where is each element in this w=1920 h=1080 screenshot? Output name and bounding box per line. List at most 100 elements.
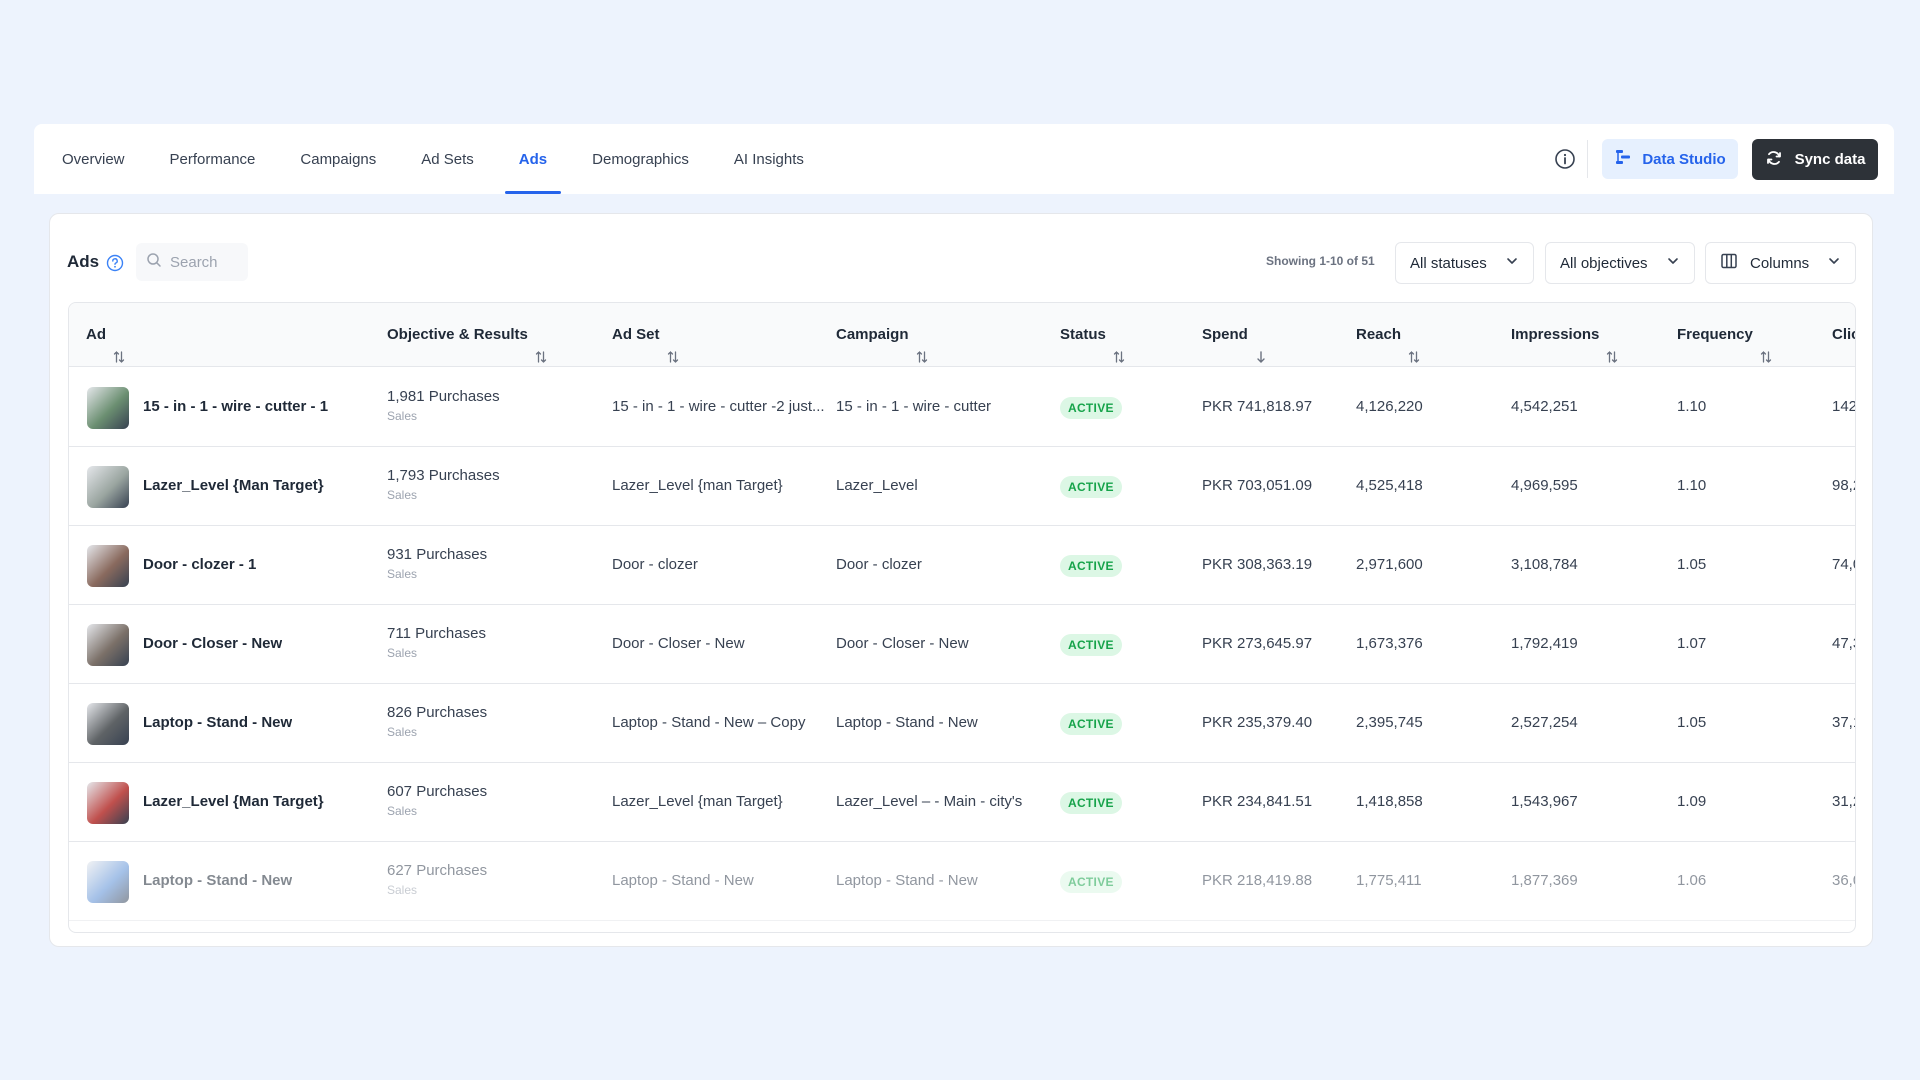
table-row[interactable]: 15 - in - 1 - wire - cutter - 1 1,981 Pur… bbox=[69, 368, 1856, 447]
pagination-summary: Showing 1-10 of 51 bbox=[1266, 254, 1375, 268]
reach-value: 1,418,858 bbox=[1356, 793, 1423, 810]
campaign-name: Door - clozer bbox=[836, 556, 922, 573]
column-header-label: Campaign bbox=[836, 326, 909, 343]
campaign-name: Door - Closer - New bbox=[836, 635, 969, 652]
spend-value: PKR 703,051.09 bbox=[1202, 477, 1313, 494]
sort-icon bbox=[534, 328, 548, 363]
info-icon[interactable] bbox=[1554, 148, 1576, 170]
search-input[interactable] bbox=[170, 253, 240, 271]
tab-campaigns[interactable]: Campaigns bbox=[300, 124, 376, 194]
clicks-value: 142 bbox=[1832, 398, 1856, 415]
frequency-value: 1.05 bbox=[1677, 714, 1707, 731]
tab-overview[interactable]: Overview bbox=[62, 124, 125, 194]
ad-thumbnail bbox=[87, 387, 129, 429]
tab-ads[interactable]: Ads bbox=[504, 124, 562, 194]
objective-filter-dropdown[interactable]: All objectives bbox=[1545, 242, 1695, 284]
table-header: Ad Objective & Results Ad Set Campaign S… bbox=[69, 303, 1855, 367]
clicks-value: 74,0 bbox=[1832, 556, 1855, 573]
sort-icon bbox=[1759, 328, 1773, 363]
objective-label: Sales bbox=[387, 567, 418, 581]
table-row[interactable]: Lazer_Level {Man Target} 607 Purchases Sal… bbox=[69, 763, 1855, 842]
tab-performance[interactable]: Performance bbox=[170, 124, 256, 194]
status-filter-value: All statuses bbox=[1410, 254, 1487, 272]
sort-descending-icon bbox=[1254, 328, 1268, 363]
chevron-down-icon bbox=[1827, 254, 1841, 272]
column-header-ad[interactable]: Ad bbox=[86, 303, 126, 367]
column-header-spend[interactable]: Spend bbox=[1202, 303, 1268, 367]
clicks-value: 98,2 bbox=[1832, 477, 1855, 494]
table-row[interactable]: Door - clozer - 1 931 Purchases Sales Door … bbox=[69, 526, 1855, 605]
column-header-reach[interactable]: Reach bbox=[1356, 303, 1421, 367]
column-header-frequency[interactable]: Frequency bbox=[1677, 303, 1773, 367]
sort-icon bbox=[1112, 328, 1126, 363]
table-row[interactable]: Door - Closer - New 711 Purchases Sales Doo… bbox=[69, 605, 1855, 684]
spend-value: PKR 234,841.51 bbox=[1202, 793, 1313, 810]
reach-value: 2,395,745 bbox=[1356, 714, 1423, 731]
sort-icon bbox=[666, 328, 680, 363]
top-nav-bar: Overview Performance Campaigns Ad Sets A… bbox=[34, 124, 1894, 194]
status-badge: ACTIVE bbox=[1060, 634, 1122, 656]
column-header-label: Impressions bbox=[1511, 326, 1600, 343]
search-icon bbox=[146, 252, 162, 273]
spend-value: PKR 235,379.40 bbox=[1202, 714, 1313, 731]
ad-name[interactable]: 15 - in - 1 - wire - cutter - 1 bbox=[143, 398, 328, 415]
spend-value: PKR 218,419.88 bbox=[1202, 872, 1313, 889]
column-header-status[interactable]: Status bbox=[1060, 303, 1126, 367]
sync-data-button[interactable]: Sync data bbox=[1752, 139, 1878, 180]
objective-results: 711 Purchases Sales bbox=[387, 625, 486, 660]
impressions-value: 3,108,784 bbox=[1511, 556, 1578, 573]
result-count: 826 Purchases bbox=[387, 704, 488, 721]
objective-results: 627 Purchases Sales bbox=[387, 862, 487, 897]
adset-name: 15 - in - 1 - wire - cutter -2 just... bbox=[612, 398, 825, 415]
adset-name: Door - clozer bbox=[612, 556, 698, 573]
data-studio-label: Data Studio bbox=[1642, 150, 1726, 168]
ad-name[interactable]: Lazer_Level {Man Target} bbox=[143, 477, 324, 494]
data-studio-button[interactable]: Data Studio bbox=[1602, 139, 1738, 179]
ad-name[interactable]: Lazer_Level {Man Target} bbox=[143, 793, 324, 810]
sort-icon bbox=[915, 328, 929, 363]
table-row[interactable]: Laptop - Stand - New 627 Purchases Sales La… bbox=[69, 842, 1855, 921]
clicks-value: 37,1 bbox=[1832, 714, 1855, 731]
columns-dropdown[interactable]: Columns bbox=[1705, 242, 1856, 284]
column-header-objective[interactable]: Objective & Results bbox=[387, 303, 548, 367]
tab-demographics[interactable]: Demographics bbox=[592, 124, 689, 194]
impressions-value: 1,877,369 bbox=[1511, 872, 1578, 889]
campaign-name: 15 - in - 1 - wire - cutter bbox=[836, 398, 992, 415]
reach-value: 1,673,376 bbox=[1356, 635, 1423, 652]
table-row[interactable]: Laptop - Stand - New 826 Purchases Sales La… bbox=[69, 684, 1855, 763]
columns-label: Columns bbox=[1750, 254, 1810, 272]
column-header-impressions[interactable]: Impressions bbox=[1511, 303, 1619, 367]
divider bbox=[1587, 140, 1588, 178]
clicks-value: 36,0 bbox=[1832, 872, 1855, 889]
ads-card: Ads Showing 1-10 of 51 All statuses All … bbox=[49, 213, 1873, 947]
column-header-label: Ad bbox=[86, 326, 106, 343]
column-header-label: Reach bbox=[1356, 326, 1402, 343]
ad-thumbnail bbox=[87, 545, 129, 587]
objective-results: 826 Purchases Sales bbox=[387, 704, 487, 739]
column-header-adset[interactable]: Ad Set bbox=[612, 303, 680, 367]
status-badge: ACTIVE bbox=[1060, 871, 1122, 893]
objective-label: Sales bbox=[387, 488, 418, 502]
tab-ad-sets[interactable]: Ad Sets bbox=[421, 124, 474, 194]
sort-icon bbox=[1605, 328, 1619, 363]
status-filter-dropdown[interactable]: All statuses bbox=[1395, 242, 1534, 284]
ad-name[interactable]: Door - Closer - New bbox=[143, 635, 282, 652]
column-header-clicks[interactable]: Clic bbox=[1832, 303, 1855, 367]
ad-thumbnail bbox=[87, 703, 129, 745]
result-count: 1,981 Purchases bbox=[387, 388, 500, 405]
campaign-name: Laptop - Stand - New bbox=[836, 872, 978, 889]
ads-title: Ads bbox=[67, 252, 100, 271]
column-header-campaign[interactable]: Campaign bbox=[836, 303, 929, 367]
ad-name[interactable]: Laptop - Stand - New bbox=[143, 714, 292, 731]
ad-name[interactable]: Door - clozer - 1 bbox=[143, 556, 256, 573]
spend-value: PKR 741,818.97 bbox=[1202, 398, 1313, 415]
campaign-name: Lazer_Level bbox=[836, 477, 918, 494]
tab-ai-insights[interactable]: AI Insights bbox=[734, 124, 804, 194]
status-badge: ACTIVE bbox=[1060, 713, 1122, 735]
ad-name[interactable]: Laptop - Stand - New bbox=[143, 872, 292, 889]
frequency-value: 1.05 bbox=[1677, 556, 1707, 573]
help-icon[interactable] bbox=[106, 254, 124, 272]
table-row[interactable]: Lazer_Level {Man Target} 1,793 Purchases S… bbox=[69, 447, 1855, 526]
impressions-value: 1,543,967 bbox=[1511, 793, 1578, 810]
impressions-value: 1,792,419 bbox=[1511, 635, 1578, 652]
